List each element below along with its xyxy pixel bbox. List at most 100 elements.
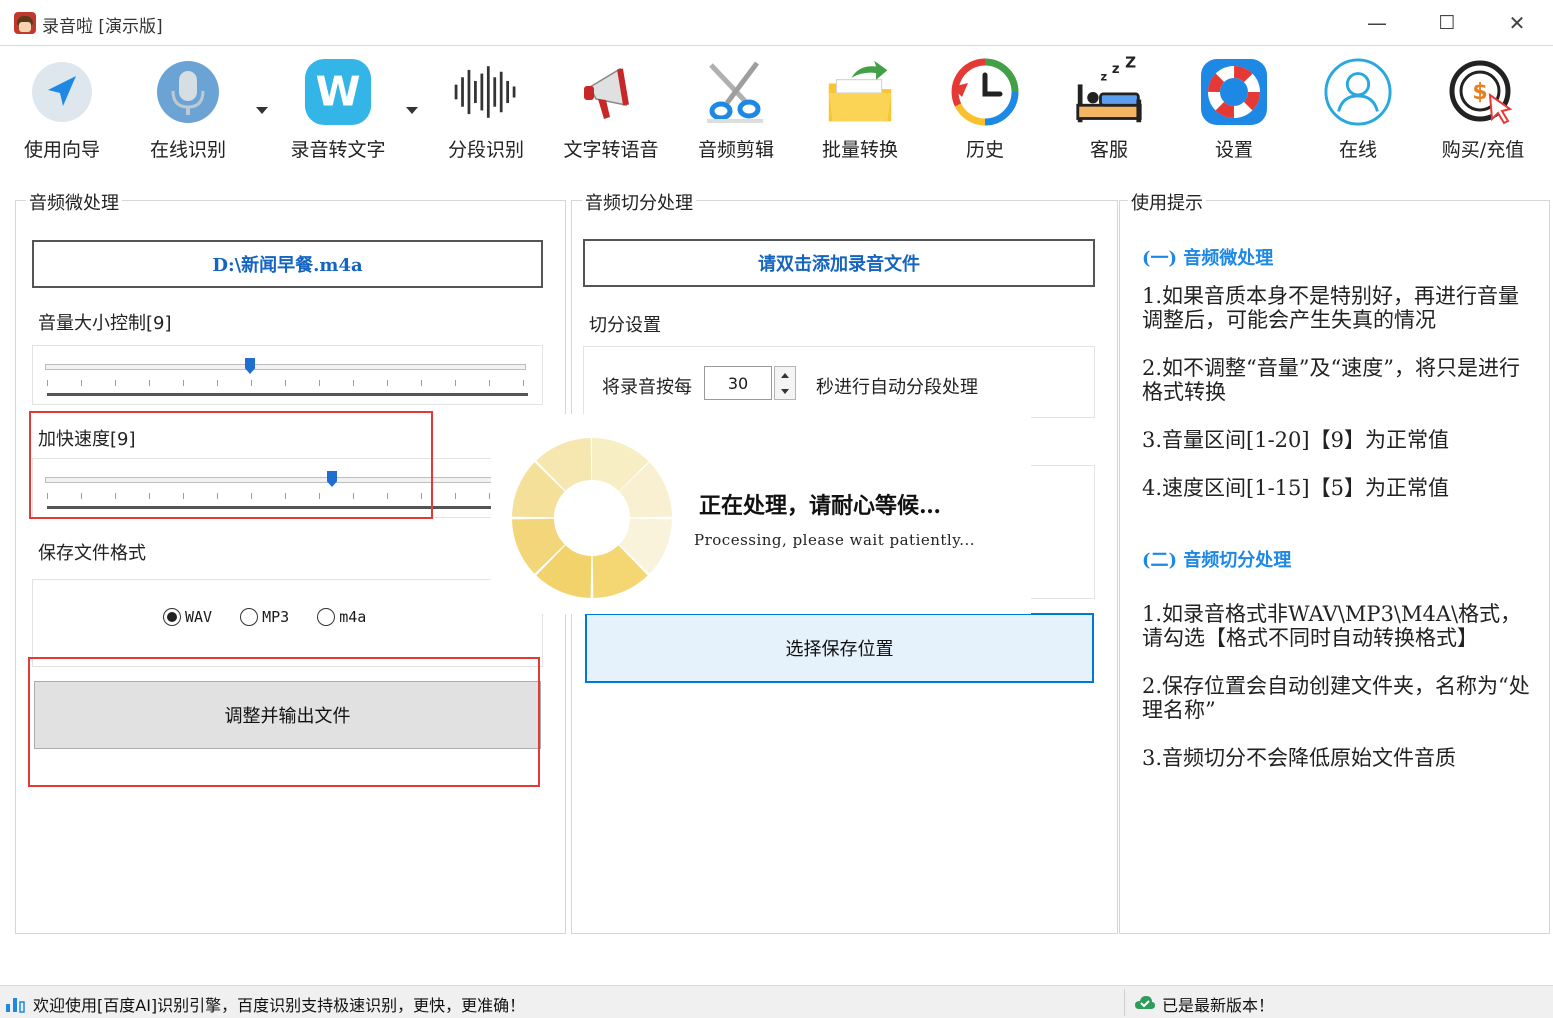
cloud-check-icon <box>1135 996 1155 1009</box>
toolbar-record-to-text-label: 录音转文字 <box>290 139 386 161</box>
audio-micro-processing-group: 音频微处理 D:\新闻早餐.m4a 音量大小控制[9] 加快速度[9] 保存文件… <box>15 189 566 934</box>
waveform-icon <box>451 57 521 127</box>
processing-title: 正在处理，请耐心等候… <box>699 493 942 519</box>
spin-up-icon[interactable] <box>775 367 795 383</box>
split-settings-box: 将录音按每 30 秒进行自动分段处理 <box>583 346 1095 418</box>
audio-split-processing-title: 音频切分处理 <box>582 189 696 215</box>
toolbar-text-to-speech-button[interactable]: 文字转语音 <box>551 57 671 162</box>
toolbar-online-label: 在线 <box>1338 139 1377 161</box>
signal-bars-icon <box>6 998 25 1013</box>
radio-selected-icon <box>163 608 181 626</box>
coin-purchase-icon: $ <box>1448 57 1518 127</box>
toolbar-guide-button[interactable]: 使用向导 <box>2 57 122 162</box>
tips-section1-item: 1.如果音质本身不是特别好，再进行音量调整后，可能会产生失真的情况 <box>1142 284 1520 332</box>
format-options-box: WAV MP3 m4a <box>32 579 543 667</box>
adjust-output-button[interactable]: 调整并输出文件 <box>34 681 541 749</box>
toolbar-settings-label: 设置 <box>1214 139 1253 161</box>
split-prefix-label: 将录音按每 <box>602 377 692 398</box>
toolbar-text-to-speech-label: 文字转语音 <box>563 139 659 161</box>
toolbar-record-to-text-button[interactable]: W 录音转文字 <box>278 57 398 162</box>
radio-unselected-icon <box>240 608 259 626</box>
format-radio-wav-label: WAV <box>185 608 213 626</box>
sleeping-bed-icon: zzZ <box>1074 56 1144 127</box>
split-suffix-label: 秒进行自动分段处理 <box>816 377 978 398</box>
svg-text:z: z <box>1100 70 1107 84</box>
volume-slider-thumb[interactable] <box>245 358 255 374</box>
svg-text:Z: Z <box>1125 56 1136 71</box>
toolbar-service-button[interactable]: zzZ 客服 <box>1049 56 1169 162</box>
split-seconds-input[interactable]: 30 <box>704 366 772 400</box>
status-bar: 欢迎使用[百度AI]识别引擎，百度识别支持极速识别，更快，更准确！ 已是最新版本… <box>0 985 1553 1018</box>
processing-subtitle: Processing, please wait patiently... <box>694 531 976 549</box>
maximize-button[interactable]: ☐ <box>1412 0 1482 46</box>
toolbar-history-button[interactable]: 历史 <box>925 57 1045 162</box>
user-circle-icon <box>1323 57 1393 127</box>
scissors-icon <box>701 57 771 127</box>
toolbar-service-label: 客服 <box>1089 139 1128 161</box>
tips-section2-title: (二) 音频切分处理 <box>1142 550 1292 571</box>
toolbar-online-button[interactable]: 在线 <box>1298 57 1418 162</box>
toolbar-online-recognition-label: 在线识别 <box>149 139 226 161</box>
toolbar-purchase-button[interactable]: $ 购买/充值 <box>1423 57 1543 162</box>
speed-label: 加快速度[9] <box>38 429 136 450</box>
speed-slider[interactable] <box>32 458 543 518</box>
format-radio-wav[interactable]: WAV <box>163 608 212 626</box>
loading-spinner-icon <box>512 437 672 598</box>
tips-section2-item: 1.如录音格式非WAV\MP3\M4A\格式，请勾选【格式不同时自动转换格式】 <box>1142 602 1522 650</box>
select-save-location-button[interactable]: 选择保存位置 <box>585 613 1094 683</box>
format-radio-m4a[interactable]: m4a <box>317 608 366 626</box>
tips-section1-title: (一) 音频微处理 <box>1142 248 1274 269</box>
w-badge-icon: W <box>303 57 373 127</box>
tips-section1-item: 4.速度区间[1-15]【5】为正常值 <box>1142 476 1449 500</box>
title-bar: 录音啦 [演示版] — ☐ ✕ <box>0 0 1553 46</box>
close-button[interactable]: ✕ <box>1482 0 1552 46</box>
format-radio-m4a-label: m4a <box>339 608 367 626</box>
toolbar-audio-edit-label: 音频剪辑 <box>697 139 774 161</box>
tips-section1-item: 2.如不调整“音量”及“速度”，将只是进行格式转换 <box>1142 356 1520 404</box>
speed-slider-ticks <box>47 493 524 499</box>
svg-text:z: z <box>1112 62 1120 77</box>
volume-slider-underline <box>47 393 528 396</box>
toolbar-segment-recognition-button[interactable]: 分段识别 <box>426 57 546 162</box>
version-status: 已是最新版本！ <box>1162 996 1275 1015</box>
toolbar-online-recognition-button[interactable]: 在线识别 <box>128 57 248 162</box>
toolbar-audio-edit-button[interactable]: 音频剪辑 <box>676 57 796 162</box>
split-settings-label: 切分设置 <box>589 315 661 336</box>
toolbar-batch-convert-button[interactable]: 批量转换 <box>800 57 920 162</box>
split-seconds-spinner[interactable] <box>774 366 796 400</box>
toolbar-history-label: 历史 <box>965 139 1004 161</box>
micro-file-path-button[interactable]: D:\新闻早餐.m4a <box>32 240 543 288</box>
window-title: 录音啦 [演示版] <box>42 17 163 37</box>
volume-slider-ticks <box>47 380 524 386</box>
toolbar-batch-convert-label: 批量转换 <box>821 139 898 161</box>
tips-section1-item: 3.音量区间[1-20]【9】为正常值 <box>1142 428 1449 452</box>
status-divider <box>1124 989 1125 1016</box>
record-to-text-dropdown-icon[interactable] <box>406 107 418 114</box>
volume-slider[interactable] <box>32 345 543 405</box>
folder-convert-icon <box>825 57 895 127</box>
toolbar-purchase-label: 购买/充值 <box>1441 139 1525 161</box>
megaphone-icon <box>576 57 646 127</box>
toolbar: 使用向导 在线识别 W 录音转文字 分段识别 文字转语音 音频剪辑 批量转换 历… <box>0 47 1553 177</box>
status-message: 欢迎使用[百度AI]识别引擎，百度识别支持极速识别，更快，更准确！ <box>33 996 526 1015</box>
tips-section2-item: 2.保存位置会自动创建文件夹，名称为“处理名称” <box>1142 674 1530 722</box>
spin-down-icon[interactable] <box>775 383 795 399</box>
navigation-arrow-icon <box>27 57 97 127</box>
add-recording-file-button[interactable]: 请双击添加录音文件 <box>583 239 1095 287</box>
toolbar-settings-button[interactable]: 设置 <box>1174 57 1294 162</box>
usage-tips-title: 使用提示 <box>1128 189 1206 215</box>
volume-slider-track <box>45 364 526 370</box>
minimize-button[interactable]: — <box>1342 0 1412 46</box>
lifebuoy-icon <box>1199 57 1269 127</box>
app-logo-icon <box>14 12 36 34</box>
speed-slider-thumb[interactable] <box>327 471 337 487</box>
format-radio-mp3-label: MP3 <box>262 608 290 626</box>
volume-label: 音量大小控制[9] <box>38 313 172 334</box>
format-radio-mp3[interactable]: MP3 <box>240 608 289 626</box>
toolbar-segment-recognition-label: 分段识别 <box>447 139 524 161</box>
online-recognition-dropdown-icon[interactable] <box>256 107 268 114</box>
history-clock-icon <box>950 57 1020 127</box>
speed-slider-track <box>45 477 526 483</box>
processing-dialog: 正在处理，请耐心等候… Processing, please wait pati… <box>491 414 1031 614</box>
toolbar-guide-label: 使用向导 <box>23 139 100 161</box>
